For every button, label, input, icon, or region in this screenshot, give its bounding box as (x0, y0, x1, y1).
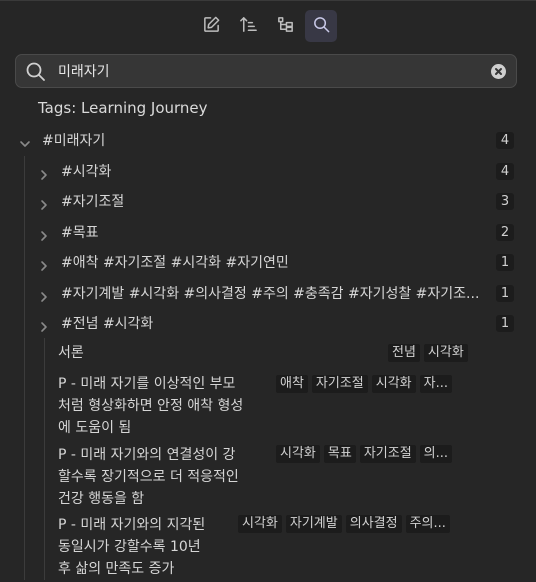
hierarchy-button[interactable] (269, 10, 301, 42)
search-input[interactable] (58, 60, 478, 82)
tag-tree-item[interactable]: #전념 #시각화 1 (0, 309, 536, 337)
tag-chip[interactable]: 시각화 (238, 515, 282, 533)
file-tag-list: 시각화 자기계발 의사결정 주의... (238, 515, 450, 533)
tag-chip[interactable]: 자기조절 (311, 375, 368, 393)
tag-chip[interactable]: 자기계발 (285, 515, 342, 533)
tag-chip[interactable]: 의사결정 (345, 515, 402, 533)
tree-icon (276, 15, 295, 38)
file-tag-list: 시각화 목표 자기조절 의... (276, 445, 453, 463)
tag-chip[interactable]: 시각화 (423, 344, 468, 362)
chevron-right-icon[interactable] (38, 257, 50, 271)
tag-search-box (15, 54, 517, 88)
tag-name: #전념 #시각화 (61, 316, 154, 332)
tree-indent-guide (44, 338, 45, 580)
top-divider (0, 0, 536, 1)
file-title-line: 할수록 장기적으로 더 적응적인 (58, 469, 239, 485)
file-tag-list: 애착 자기조절 시각화 자... (276, 375, 453, 393)
file-title-line: 후 삶의 만족도 증가 (58, 561, 175, 577)
file-tag-list: 전념 시각화 (388, 344, 468, 362)
tag-chip[interactable]: 주의... (405, 515, 450, 533)
file-item[interactable]: P - 미래 자기와의 연결성이 강 할수록 장기적으로 더 적응적인 건강 행… (58, 444, 239, 510)
toolbar (0, 10, 536, 42)
edit-icon (202, 15, 221, 38)
tag-tree-item[interactable]: #시각화 4 (0, 157, 536, 185)
tag-tree-item[interactable]: #목표 2 (0, 218, 536, 246)
file-title-line: 동일시가 강할수록 10년 (58, 539, 201, 555)
file-title-line: P - 미래 자기를 이상적인 부모 (58, 376, 236, 392)
sort-icon (239, 15, 258, 38)
tag-chip[interactable]: 자기조절 (359, 445, 416, 463)
search-icon (25, 61, 46, 82)
tag-chip[interactable]: 시각화 (371, 375, 416, 393)
chevron-right-icon[interactable] (38, 318, 50, 332)
tag-chip[interactable]: 전념 (388, 344, 420, 362)
chevron-right-icon[interactable] (38, 166, 50, 180)
clear-search-button[interactable] (491, 64, 506, 79)
new-note-button[interactable] (195, 10, 227, 42)
file-title-line: P - 미래 자기와의 지각된 (58, 517, 206, 533)
file-title: 서론 (58, 345, 84, 361)
tag-chip[interactable]: 자... (419, 375, 453, 393)
search-toggle-button[interactable] (305, 10, 337, 42)
chevron-right-icon[interactable] (38, 288, 50, 302)
tag-name: #시각화 (61, 164, 112, 180)
file-item[interactable]: P - 미래 자기를 이상적인 부모 처럼 형상화하면 안정 애착 형성 에 도… (58, 373, 243, 439)
file-title-line: 처럼 형상화하면 안정 애착 형성 (58, 398, 244, 414)
tag-name: #목표 (61, 225, 99, 241)
tag-count-badge: 4 (496, 163, 514, 180)
tag-tree-item-root[interactable]: #미래자기 4 (0, 126, 536, 154)
tags-heading: Tags: Learning Journey (38, 99, 208, 117)
tag-count-badge: 4 (496, 132, 514, 149)
tag-count-badge: 1 (496, 254, 514, 271)
tag-chip[interactable]: 시각화 (276, 445, 320, 463)
tag-chip[interactable]: 애착 (276, 375, 308, 393)
chevron-down-icon[interactable] (19, 135, 31, 147)
sort-button[interactable] (232, 10, 264, 42)
file-title-line: 건강 행동을 함 (58, 491, 145, 507)
file-title-line: 에 도움이 됨 (58, 420, 132, 436)
tag-count-badge: 1 (496, 315, 514, 332)
tag-count-badge: 1 (496, 285, 514, 302)
tag-count-badge: 3 (496, 193, 514, 210)
tag-tree-item[interactable]: #자기계발 #시각화 #의사결정 #주의 #충족감 #자기성찰 #자기조... … (0, 279, 536, 307)
tag-tree-item[interactable]: #자기조절 3 (0, 187, 536, 215)
tag-tree-item[interactable]: #애착 #자기조절 #시각화 #자기연민 1 (0, 248, 536, 276)
tag-name: #자기조절 (61, 194, 125, 210)
tag-name: #애착 #자기조절 #시각화 #자기연민 (61, 255, 289, 271)
file-item[interactable]: P - 미래 자기와의 지각된 동일시가 강할수록 10년 후 삶의 만족도 증… (58, 514, 205, 580)
tag-name: #미래자기 (42, 133, 106, 149)
tag-chip[interactable]: 목표 (323, 445, 356, 463)
file-title-line: P - 미래 자기와의 연결성이 강 (58, 447, 236, 463)
search-icon (312, 15, 331, 38)
tag-chip[interactable]: 의... (419, 445, 453, 463)
chevron-right-icon[interactable] (38, 227, 50, 241)
chevron-right-icon[interactable] (38, 196, 50, 210)
tag-count-badge: 2 (496, 224, 514, 241)
tag-name: #자기계발 #시각화 #의사결정 #주의 #충족감 #자기성찰 #자기조... (61, 286, 480, 302)
file-item[interactable]: 서론 (58, 342, 84, 364)
